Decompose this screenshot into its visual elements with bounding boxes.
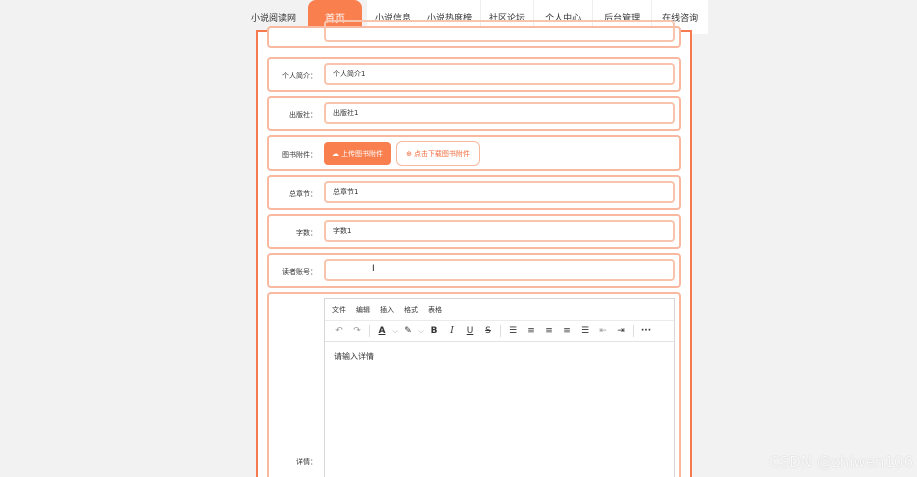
publisher-label: 出版社： bbox=[289, 111, 317, 119]
align-right-icon[interactable]: ≡ bbox=[558, 322, 576, 340]
align-justify-icon[interactable]: ☰ bbox=[576, 322, 594, 340]
rich-text-editor[interactable]: 文件 编辑 插入 格式 表格 ↶ ↷ A ⌵ ✎ ⌵ B I U S ☰ ≡ ≡… bbox=[324, 298, 675, 477]
chevron-down-icon[interactable]: ⌵ bbox=[417, 322, 425, 340]
menu-edit[interactable]: 编辑 bbox=[356, 305, 370, 315]
form-row-attachment: 图书附件： ☁ 上传图书附件 ⊕ 点击下载图书附件 bbox=[267, 135, 681, 171]
align-center-icon[interactable]: ≡ bbox=[540, 322, 558, 340]
download-attachment-button[interactable]: ⊕ 点击下载图书附件 bbox=[396, 141, 480, 166]
upload-attachment-label: 上传图书附件 bbox=[341, 149, 383, 158]
bold-icon[interactable]: B bbox=[425, 322, 443, 340]
watermark: CSDN @zhiwen106 bbox=[769, 453, 913, 471]
undo-icon[interactable]: ↶ bbox=[330, 322, 348, 340]
top-partial-input[interactable] bbox=[324, 20, 675, 42]
outdent-icon[interactable]: ⇤ bbox=[594, 322, 612, 340]
intro-label: 个人简介： bbox=[282, 72, 317, 80]
reader-account-input[interactable] bbox=[324, 259, 675, 281]
download-attachment-label: 点击下载图书附件 bbox=[413, 149, 470, 158]
form-panel: 个人简介： 个人简介1 出版社： 出版社1 图书附件： ☁ 上传图书附件 ⊕ 点… bbox=[256, 20, 692, 477]
editor-content[interactable]: 请输入详情 bbox=[325, 342, 674, 371]
align-left-icon[interactable]: ≡ bbox=[522, 322, 540, 340]
publisher-input[interactable]: 出版社1 bbox=[324, 102, 675, 124]
highlight-icon[interactable]: ✎ bbox=[399, 322, 417, 340]
italic-icon[interactable]: I bbox=[443, 322, 461, 340]
menu-table[interactable]: 表格 bbox=[428, 305, 442, 315]
plus-circle-icon: ⊕ bbox=[406, 149, 412, 158]
reader-account-label: 读者账号： bbox=[282, 268, 317, 276]
redo-icon[interactable]: ↷ bbox=[348, 322, 366, 340]
form-row-details: 详情： 文件 编辑 插入 格式 表格 ↶ ↷ A ⌵ ✎ ⌵ B I U S ☰… bbox=[267, 292, 681, 477]
indent-icon[interactable]: ⇥ bbox=[612, 322, 630, 340]
text-cursor-icon: I bbox=[372, 264, 375, 274]
editor-toolbar: ↶ ↷ A ⌵ ✎ ⌵ B I U S ☰ ≡ ≡ ≡ ☰ ⇤ ⇥ ··· bbox=[325, 321, 674, 342]
more-icon[interactable]: ··· bbox=[637, 322, 655, 340]
line-height-icon[interactable]: ☰ bbox=[504, 322, 522, 340]
toolbar-divider bbox=[633, 325, 634, 337]
toolbar-divider bbox=[500, 325, 501, 337]
form-row-publisher: 出版社： 出版社1 bbox=[267, 96, 681, 131]
form-row-top-partial bbox=[267, 20, 681, 48]
chevron-down-icon[interactable]: ⌵ bbox=[391, 322, 399, 340]
upload-attachment-button[interactable]: ☁ 上传图书附件 bbox=[324, 142, 391, 165]
underline-icon[interactable]: U bbox=[461, 322, 479, 340]
strikethrough-icon[interactable]: S bbox=[479, 322, 497, 340]
editor-menubar: 文件 编辑 插入 格式 表格 bbox=[325, 299, 674, 321]
word-count-input[interactable]: 字数1 bbox=[324, 220, 675, 242]
chapters-input[interactable]: 总章节1 bbox=[324, 181, 675, 203]
form-row-reader-account: 读者账号： bbox=[267, 253, 681, 288]
text-color-icon[interactable]: A bbox=[373, 322, 391, 340]
details-label: 详情： bbox=[296, 458, 317, 466]
form-row-chapters: 总章节： 总章节1 bbox=[267, 175, 681, 210]
cloud-upload-icon: ☁ bbox=[332, 149, 339, 158]
intro-input[interactable]: 个人简介1 bbox=[324, 63, 675, 85]
attachment-label: 图书附件： bbox=[282, 151, 317, 159]
menu-format[interactable]: 格式 bbox=[404, 305, 418, 315]
menu-insert[interactable]: 插入 bbox=[380, 305, 394, 315]
menu-file[interactable]: 文件 bbox=[332, 305, 346, 315]
toolbar-divider bbox=[369, 325, 370, 337]
form-row-intro: 个人简介： 个人简介1 bbox=[267, 57, 681, 92]
word-count-label: 字数： bbox=[296, 229, 317, 237]
chapters-label: 总章节： bbox=[289, 190, 317, 198]
form-row-word-count: 字数： 字数1 bbox=[267, 214, 681, 249]
